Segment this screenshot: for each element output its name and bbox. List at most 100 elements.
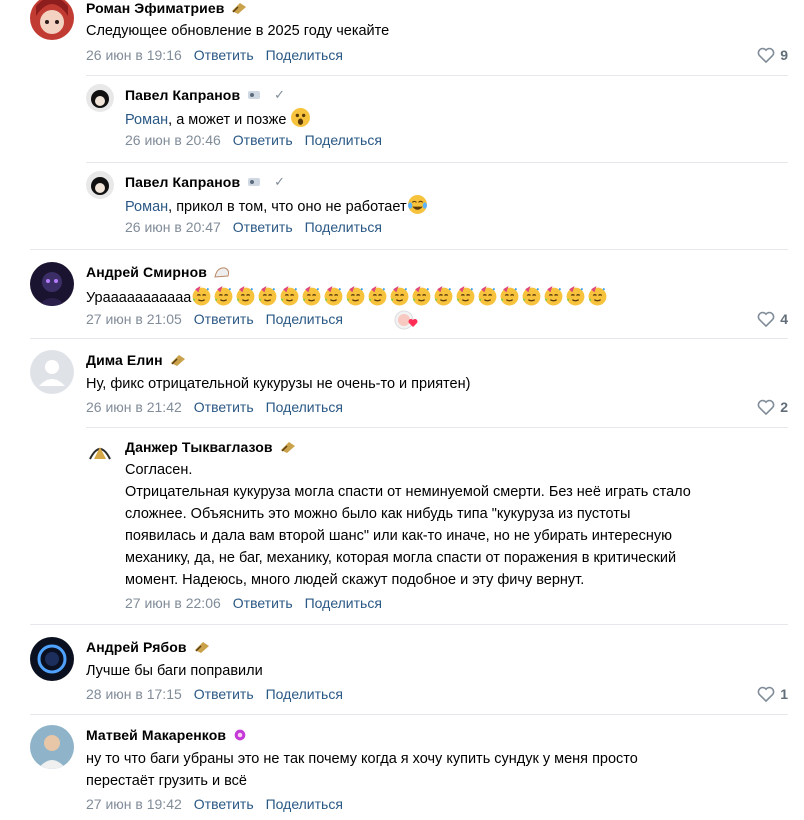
partying-face-emoji-icon (324, 286, 343, 306)
reply-button[interactable]: Ответить (233, 132, 293, 148)
partying-face-emoji-icon (390, 286, 409, 306)
comment-text: Согласен. Отрицательная кукуруза могла с… (125, 459, 785, 591)
avatar[interactable] (86, 171, 114, 199)
reply-button[interactable]: Ответить (194, 686, 254, 702)
partying-face-emoji-icon (280, 286, 299, 306)
text-line: сложнее. Объяснить это можно было как ни… (125, 506, 631, 522)
reply-button[interactable]: Ответить (233, 595, 293, 611)
share-button[interactable]: Поделиться (266, 47, 343, 63)
mention-link[interactable]: Роман (125, 112, 168, 128)
partying-face-emoji-icon (368, 286, 387, 306)
text-line: перестаёт грузить и всё (86, 773, 247, 789)
reply-button[interactable]: Ответить (194, 399, 254, 415)
comment-author[interactable]: Матвей Макаренков (86, 727, 226, 743)
badge-icon (194, 642, 209, 653)
partying-face-emoji-icon (258, 286, 277, 306)
reply-button[interactable]: Ответить (233, 219, 293, 235)
heart-icon (757, 686, 775, 702)
partying-face-emoji-icon (236, 286, 255, 306)
partying-face-emoji-icon (434, 286, 453, 306)
comment-text-body: , прикол в том, что оно не работает (168, 199, 407, 215)
like-count: 2 (780, 399, 788, 415)
share-button[interactable]: Поделиться (266, 399, 343, 415)
like-button[interactable]: 1 (757, 686, 788, 702)
like-button[interactable]: 2 (757, 399, 788, 415)
comment-author[interactable]: Роман Эфиматриев (86, 0, 224, 16)
avatar[interactable] (30, 725, 74, 769)
verified-icon: ✓ (274, 174, 286, 189)
reply-button[interactable]: Ответить (194, 796, 254, 812)
astonished-emoji-icon (291, 108, 311, 127)
avatar[interactable] (30, 262, 74, 306)
like-count: 9 (780, 47, 788, 63)
party-emoji-row (191, 286, 609, 306)
like-count: 1 (780, 686, 788, 702)
avatar[interactable] (30, 350, 74, 394)
partying-face-emoji-icon (500, 286, 519, 306)
tears-of-joy-emoji-icon (407, 195, 427, 214)
text-line: Согласен. (125, 462, 193, 478)
partying-face-emoji-icon (192, 286, 211, 306)
badge-icon (280, 442, 295, 453)
comment-text: Роман, а может и позже (125, 107, 312, 131)
partying-face-emoji-icon (412, 286, 431, 306)
badge-icon (248, 91, 261, 99)
share-button[interactable]: Поделиться (305, 595, 382, 611)
comment-author[interactable]: Павел Капранов (125, 87, 240, 103)
avatar[interactable] (30, 0, 74, 40)
comment-date[interactable]: 26 июн в 20:47 (125, 219, 221, 235)
share-button[interactable]: Поделиться (266, 796, 343, 812)
text-line: момент. Надеюсь, много людей скажут подо… (125, 572, 585, 588)
comment-text: Лучше бы баги поправили (86, 663, 263, 679)
badge-icon (248, 178, 261, 186)
reply-button[interactable]: Ответить (194, 311, 254, 327)
text-line: Отрицательная кукуруза могла спасти от н… (125, 484, 691, 500)
share-button[interactable]: Поделиться (266, 686, 343, 702)
share-button[interactable]: Поделиться (305, 219, 382, 235)
partying-face-emoji-icon (522, 286, 541, 306)
reaction-icon[interactable] (393, 309, 423, 331)
comment-date[interactable]: 26 июн в 19:16 (86, 47, 182, 63)
share-button[interactable]: Поделиться (305, 132, 382, 148)
divider (30, 624, 788, 625)
divider (86, 427, 788, 428)
avatar[interactable] (86, 84, 114, 112)
comment-date[interactable]: 26 июн в 20:46 (125, 132, 221, 148)
badge-icon (214, 267, 229, 278)
comment-date[interactable]: 28 июн в 17:15 (86, 686, 182, 702)
comment-text: Урааааааааааа (86, 285, 609, 309)
heart-icon (757, 311, 775, 327)
comment-author[interactable]: Андрей Рябов (86, 639, 187, 655)
comment-date[interactable]: 27 июн в 19:42 (86, 796, 182, 812)
reply-button[interactable]: Ответить (194, 47, 254, 63)
divider (30, 249, 788, 250)
comment-text: Ну, фикс отрицательной кукурузы не очень… (86, 376, 471, 392)
comment-text-body: , а может и позже (168, 112, 287, 128)
badge-icon (234, 729, 246, 741)
partying-face-emoji-icon (478, 286, 497, 306)
avatar[interactable] (86, 437, 114, 465)
like-count: 4 (780, 311, 788, 327)
partying-face-emoji-icon (544, 286, 563, 306)
heart-icon (757, 47, 775, 63)
text-line: механику, да, не баг, механику, которая … (125, 550, 677, 566)
partying-face-emoji-icon (566, 286, 585, 306)
comment-text: Следующее обновление в 2025 году чекайте (86, 23, 390, 39)
divider (86, 75, 788, 76)
comment-date[interactable]: 27 июн в 22:06 (125, 595, 221, 611)
avatar[interactable] (30, 637, 74, 681)
comment-author[interactable]: Дима Елин (86, 352, 163, 368)
like-button[interactable]: 4 (757, 311, 788, 327)
partying-face-emoji-icon (302, 286, 321, 306)
comment-date[interactable]: 27 июн в 21:05 (86, 311, 182, 327)
share-button[interactable]: Поделиться (266, 311, 343, 327)
partying-face-emoji-icon (588, 286, 607, 306)
like-button[interactable]: 9 (757, 47, 788, 63)
comment-author[interactable]: Данжер Тыкваглазов (125, 439, 273, 455)
comment-author[interactable]: Андрей Смирнов (86, 264, 207, 280)
comment-author[interactable]: Павел Капранов (125, 174, 240, 190)
comment-date[interactable]: 26 июн в 21:42 (86, 399, 182, 415)
partying-face-emoji-icon (214, 286, 233, 306)
text-line: появилась и дала вам второй шанс" или ка… (125, 528, 672, 544)
mention-link[interactable]: Роман (125, 199, 168, 215)
